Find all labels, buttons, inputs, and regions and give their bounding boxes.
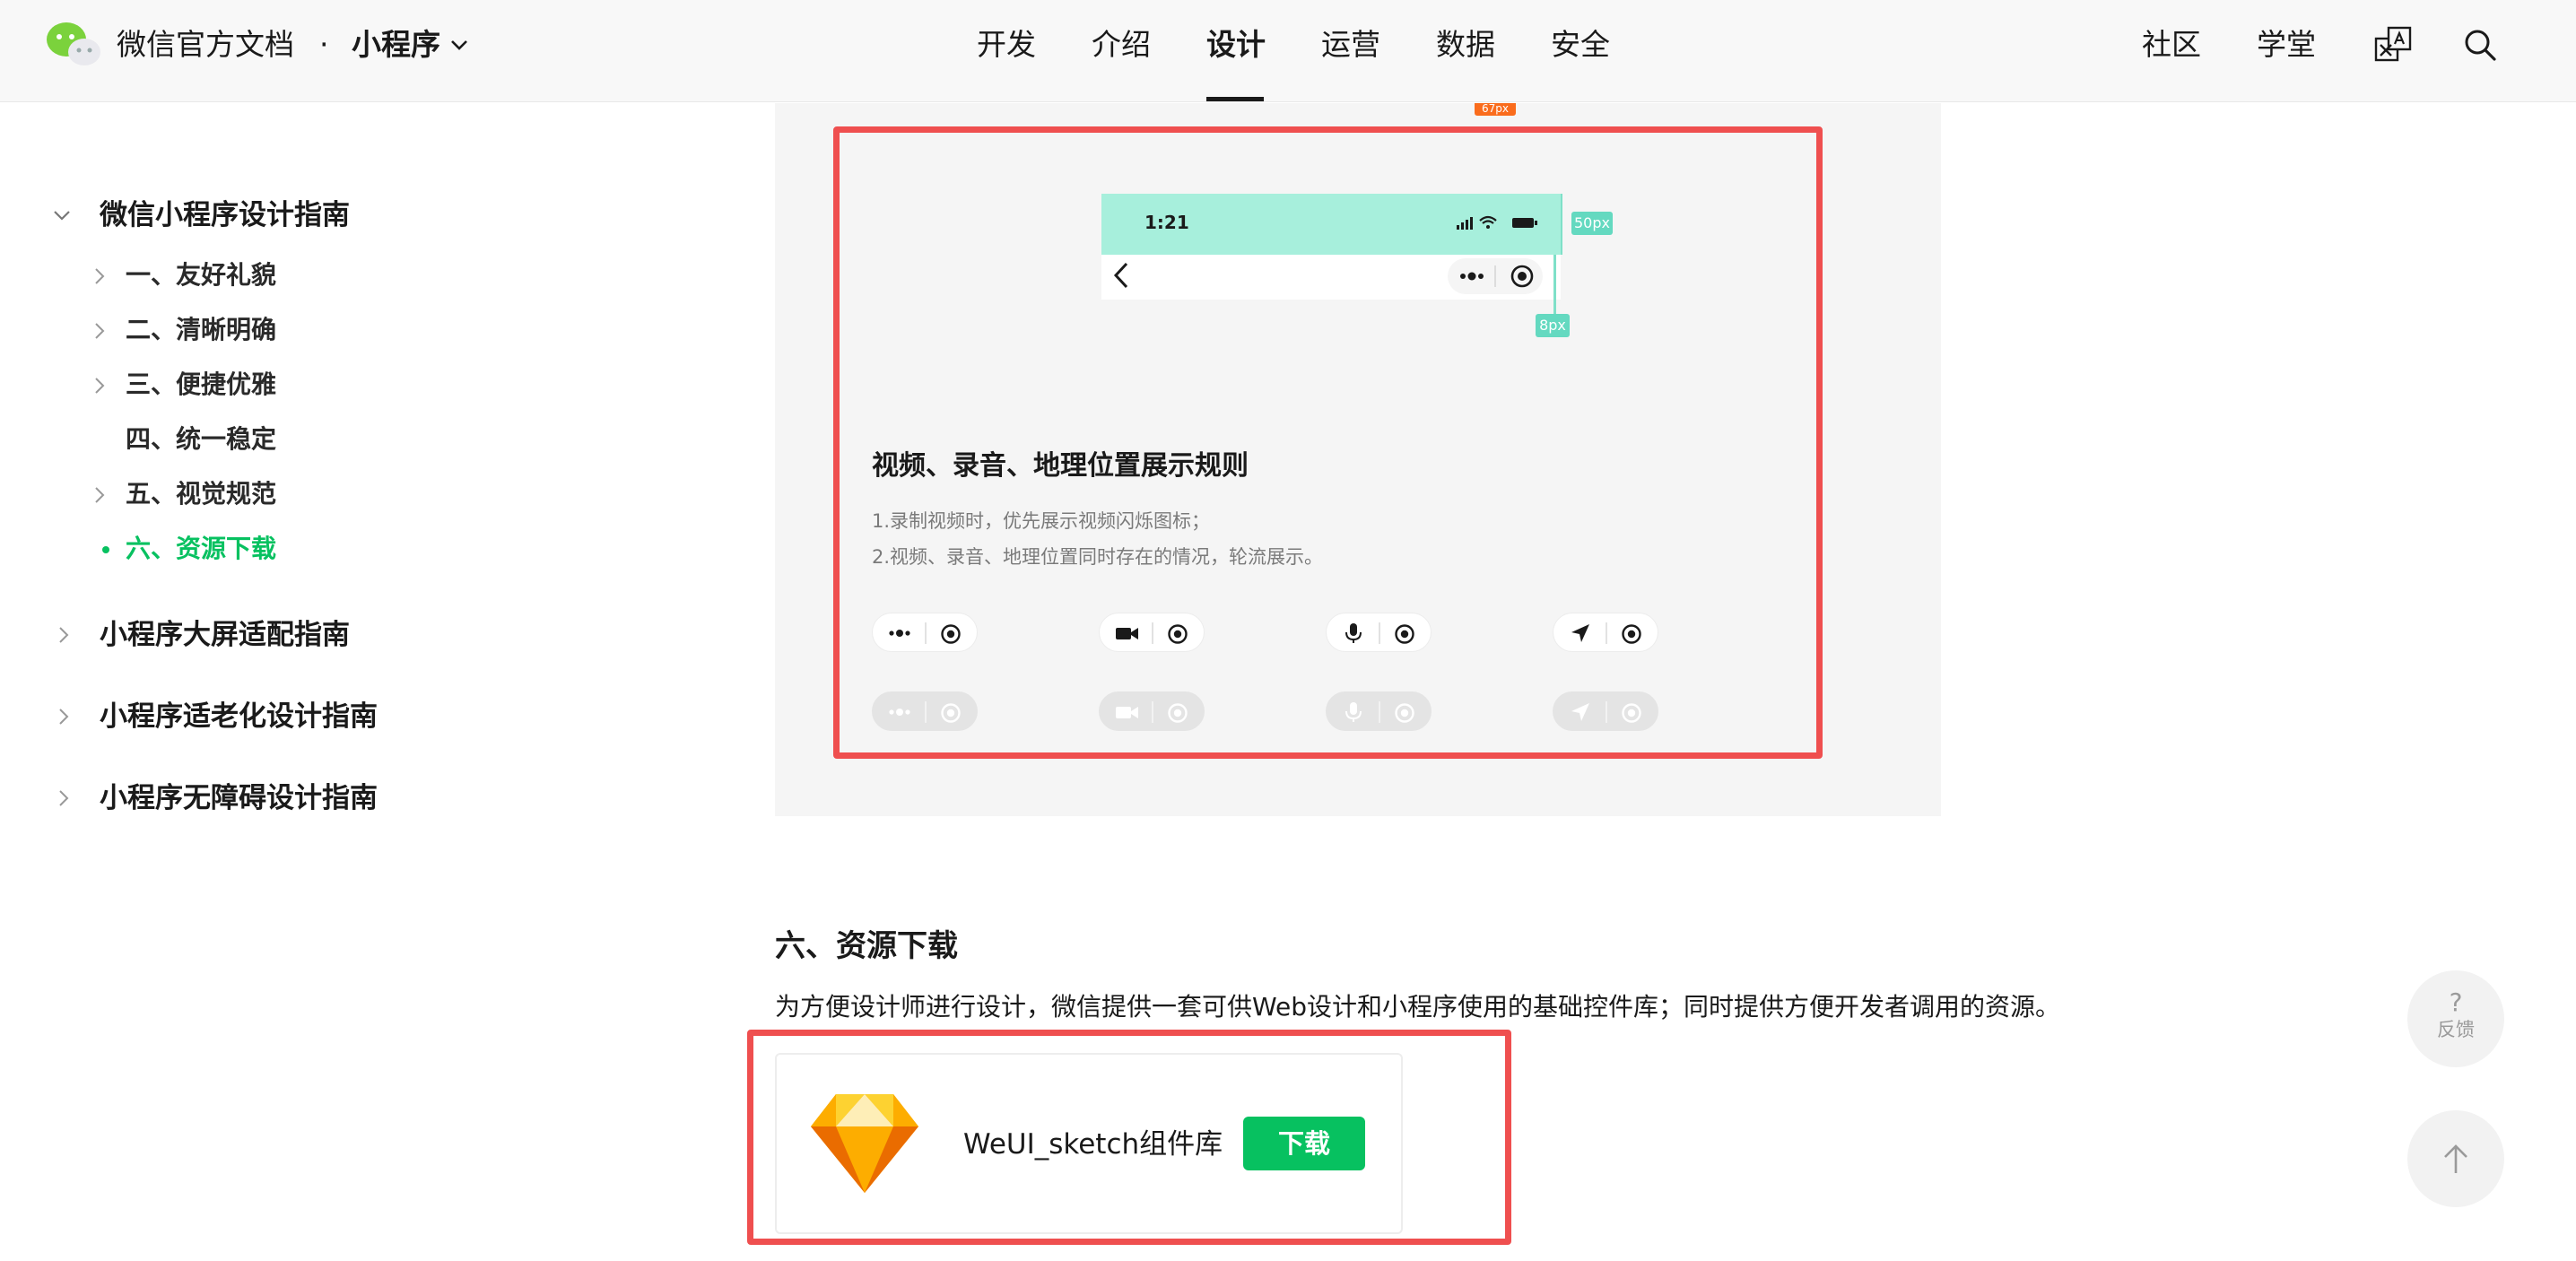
chevron-down-icon[interactable]: [447, 32, 472, 57]
highlight-box-resource: [747, 1030, 1511, 1245]
chevron-right-icon[interactable]: [54, 707, 74, 726]
chevron-right-icon[interactable]: [90, 376, 109, 396]
nav-active-indicator: [1206, 97, 1264, 101]
video-camera-icon: [1116, 628, 1138, 639]
measure-line-status: [1561, 194, 1562, 255]
measure-tag-gap: 8px: [1536, 314, 1570, 337]
nav-academy[interactable]: 学堂: [2257, 25, 2316, 65]
more-dots-icon: [889, 709, 910, 716]
chevron-down-icon[interactable]: [52, 205, 72, 225]
nav-design[interactable]: 设计: [1206, 25, 1266, 65]
back-to-top-button[interactable]: [2407, 1110, 2504, 1207]
top-header: 微信官方文档 · 小程序 开发 介绍 设计 运营 数据 安全 社区 学堂: [0, 0, 2576, 102]
sidebar-item-consistent[interactable]: 四、统一稳定: [126, 422, 276, 457]
chevron-right-icon[interactable]: [90, 321, 109, 341]
mock-time: 1:21: [1144, 212, 1189, 233]
capsule-video-dim: [1099, 691, 1205, 731]
sidebar-item-friendly[interactable]: 一、友好礼貌: [126, 258, 276, 292]
feedback-button[interactable]: ? 反馈: [2407, 970, 2504, 1067]
rule-line-1: 1.录制视频时，优先展示视频闪烁图标；: [872, 510, 1211, 532]
sidebar-item-convenient[interactable]: 三、便捷优雅: [126, 368, 276, 402]
chevron-right-icon[interactable]: [90, 266, 109, 286]
wechat-logo-icon[interactable]: [45, 20, 102, 70]
target-circle-icon: [941, 624, 961, 644]
target-circle-icon: [1168, 624, 1188, 644]
figure-title: 视频、录音、地理位置展示规则: [872, 450, 1249, 482]
capsule-audio-dim: [1326, 691, 1432, 731]
capsule-location-dim: [1553, 691, 1658, 731]
microphone-icon: [1345, 702, 1362, 722]
measure-tag-top: 67px: [1475, 103, 1516, 116]
location-arrow-icon: [1571, 624, 1589, 642]
capsule-video: [1099, 613, 1205, 652]
nav-intro[interactable]: 介绍: [1092, 25, 1151, 65]
measure-tag-status: 50px: [1571, 212, 1613, 235]
more-dots-icon: [1460, 272, 1484, 281]
help-icon: ?: [2449, 987, 2463, 1017]
rule-line-2: 2.视频、录音、地理位置同时存在的情况，轮流展示。: [872, 546, 1324, 568]
target-circle-icon: [1395, 703, 1414, 723]
target-circle-icon: [1622, 703, 1641, 723]
nav-security[interactable]: 安全: [1551, 25, 1610, 65]
brand-separator: ·: [319, 27, 329, 62]
capsule-location: [1553, 613, 1658, 652]
more-dots-icon: [889, 630, 910, 637]
arrow-up-icon: [2444, 1144, 2467, 1173]
location-arrow-icon: [1571, 703, 1589, 721]
target-circle-icon: [1395, 624, 1414, 644]
sidebar-item-clear[interactable]: 二、清晰明确: [126, 313, 276, 347]
capsule-more-dim: [872, 691, 978, 731]
video-camera-icon: [1116, 707, 1138, 718]
translate-icon[interactable]: [2373, 25, 2413, 65]
active-dot: [102, 546, 109, 553]
sidebar-item-resources[interactable]: 六、资源下载: [126, 532, 276, 566]
search-icon[interactable]: [2462, 27, 2498, 63]
target-circle-icon: [1622, 624, 1641, 644]
resources-description: 为方便设计师进行设计，微信提供一套可供Web设计和小程序使用的基础控件库；同时提…: [775, 992, 2061, 1022]
target-circle-icon: [1510, 265, 1534, 288]
target-circle-icon: [941, 703, 961, 723]
target-circle-icon: [1168, 703, 1188, 723]
section-heading-resources: 六、资源下载: [775, 928, 958, 964]
capsule-audio: [1326, 613, 1432, 652]
nav-data[interactable]: 数据: [1436, 25, 1495, 65]
sidebar-item-visual[interactable]: 五、视觉规范: [126, 477, 276, 511]
nav-develop[interactable]: 开发: [977, 25, 1036, 65]
nav-community[interactable]: 社区: [2142, 25, 2201, 65]
sidebar-item-accessibility[interactable]: 小程序无障碍设计指南: [100, 780, 378, 816]
measure-line-gap: [1553, 255, 1556, 316]
chevron-right-icon[interactable]: [54, 625, 74, 645]
sidebar-item-design-guide[interactable]: 微信小程序设计指南: [100, 197, 350, 233]
capsule-divider: [1494, 265, 1496, 287]
microphone-icon: [1345, 623, 1362, 643]
sidebar-item-elderly[interactable]: 小程序适老化设计指南: [100, 699, 378, 735]
capsule-more: [872, 613, 978, 652]
feedback-label: 反馈: [2437, 1019, 2475, 1040]
brand-title[interactable]: 微信官方文档: [117, 25, 294, 65]
chevron-right-icon[interactable]: [54, 788, 74, 808]
back-arrow-icon: [1113, 262, 1128, 289]
nav-operations[interactable]: 运营: [1321, 25, 1380, 65]
chevron-right-icon[interactable]: [90, 485, 109, 505]
sidebar-item-large-screen[interactable]: 小程序大屏适配指南: [100, 617, 350, 653]
product-switcher[interactable]: 小程序: [352, 25, 440, 65]
status-icons: [1457, 215, 1537, 230]
